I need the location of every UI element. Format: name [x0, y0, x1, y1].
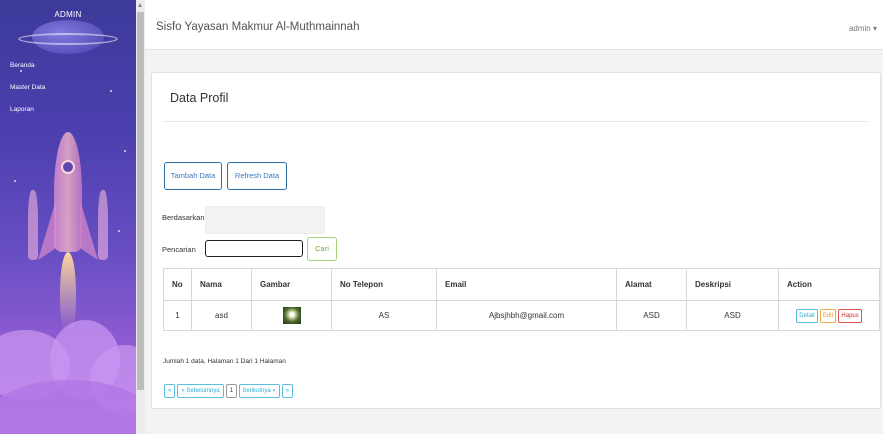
cell-no: 1 [163, 300, 192, 331]
cell-action: Detail Edit Hapus [778, 300, 880, 331]
sidebar-item-beranda[interactable]: Beranda [0, 55, 136, 77]
search-label: Pencarian [162, 245, 196, 254]
page-title: Data Profil [170, 91, 229, 105]
flower-thumbnail-icon [282, 307, 301, 324]
table-header-row: No Nama Gambar No Telepon Email Alamat D… [163, 268, 880, 301]
profile-table: No Nama Gambar No Telepon Email Alamat D… [163, 268, 880, 331]
add-data-button[interactable]: Tambah Data [164, 162, 222, 190]
rocket-flame [60, 252, 76, 332]
pagination-page-1[interactable]: 1 [225, 384, 238, 398]
column-header-no: No [163, 268, 192, 301]
pagination-previous[interactable]: « Sebelumnya [177, 384, 224, 398]
cell-telepon: AS [331, 300, 437, 331]
pagination-first[interactable]: « [164, 384, 176, 398]
detail-button[interactable]: Detail [796, 308, 818, 323]
table-row: 1 asd AS Ajbsjhbh@gmail.com ASD ASD Deta… [163, 300, 880, 331]
edit-button[interactable]: Edit [819, 308, 837, 323]
rocket-window [61, 160, 75, 174]
column-header-action: Action [778, 268, 880, 301]
delete-button[interactable]: Hapus [838, 308, 862, 323]
column-header-nama: Nama [191, 268, 252, 301]
column-header-no-telepon: No Telepon [331, 268, 437, 301]
column-header-alamat: Alamat [616, 268, 687, 301]
column-header-gambar: Gambar [251, 268, 332, 301]
filter-by-select[interactable] [205, 206, 325, 234]
column-header-deskripsi: Deskripsi [686, 268, 779, 301]
search-input[interactable] [205, 240, 303, 257]
search-button[interactable]: Cari [307, 237, 337, 261]
sidebar-brand: ADMIN [54, 10, 82, 19]
scroll-up-icon[interactable] [138, 3, 142, 7]
app-title[interactable]: Sisfo Yayasan Makmur Al-Muthmainnah [156, 21, 359, 33]
column-header-email: Email [436, 268, 617, 301]
cell-nama: asd [191, 300, 252, 331]
content-panel: Data Profil Tambah Data Refresh Data Ber… [151, 72, 881, 409]
sidebar-nav: Beranda Master Data Laporan [0, 55, 136, 121]
pagination-next[interactable]: berikutnya » [239, 384, 280, 398]
sidebar-scrollbar[interactable] [136, 0, 145, 434]
pagination: « « Sebelumnya 1 berikutnya » » [164, 384, 294, 398]
topbar: Sisfo Yayasan Makmur Al-Muthmainnah admi… [145, 0, 883, 50]
sidebar: ADMIN Beranda Master Data Laporan [0, 0, 136, 434]
filter-by-label: Berdasarkan: [162, 213, 207, 222]
planet-ring-decoration [18, 33, 118, 45]
cell-gambar [251, 300, 332, 331]
user-menu[interactable]: admin ▾ [849, 24, 877, 33]
refresh-data-button[interactable]: Refresh Data [227, 162, 287, 190]
rocket-booster-right [98, 190, 108, 260]
divider [163, 121, 868, 122]
cell-email: Ajbsjhbh@gmail.com [436, 300, 617, 331]
cell-deskripsi: ASD [686, 300, 779, 331]
sidebar-item-master-data[interactable]: Master Data [0, 77, 136, 99]
rocket-fin-right [80, 200, 98, 260]
sidebar-item-laporan[interactable]: Laporan [0, 99, 136, 121]
rocket-illustration [54, 132, 82, 252]
cloud-decoration [0, 380, 136, 434]
pagination-last[interactable]: » [281, 384, 294, 398]
cell-alamat: ASD [616, 300, 687, 331]
rocket-booster-left [28, 190, 38, 260]
scrollbar-thumb[interactable] [137, 12, 144, 390]
pagination-summary: Jumlah 1 data, Halaman 1 Dari 1 Halaman [163, 358, 286, 365]
